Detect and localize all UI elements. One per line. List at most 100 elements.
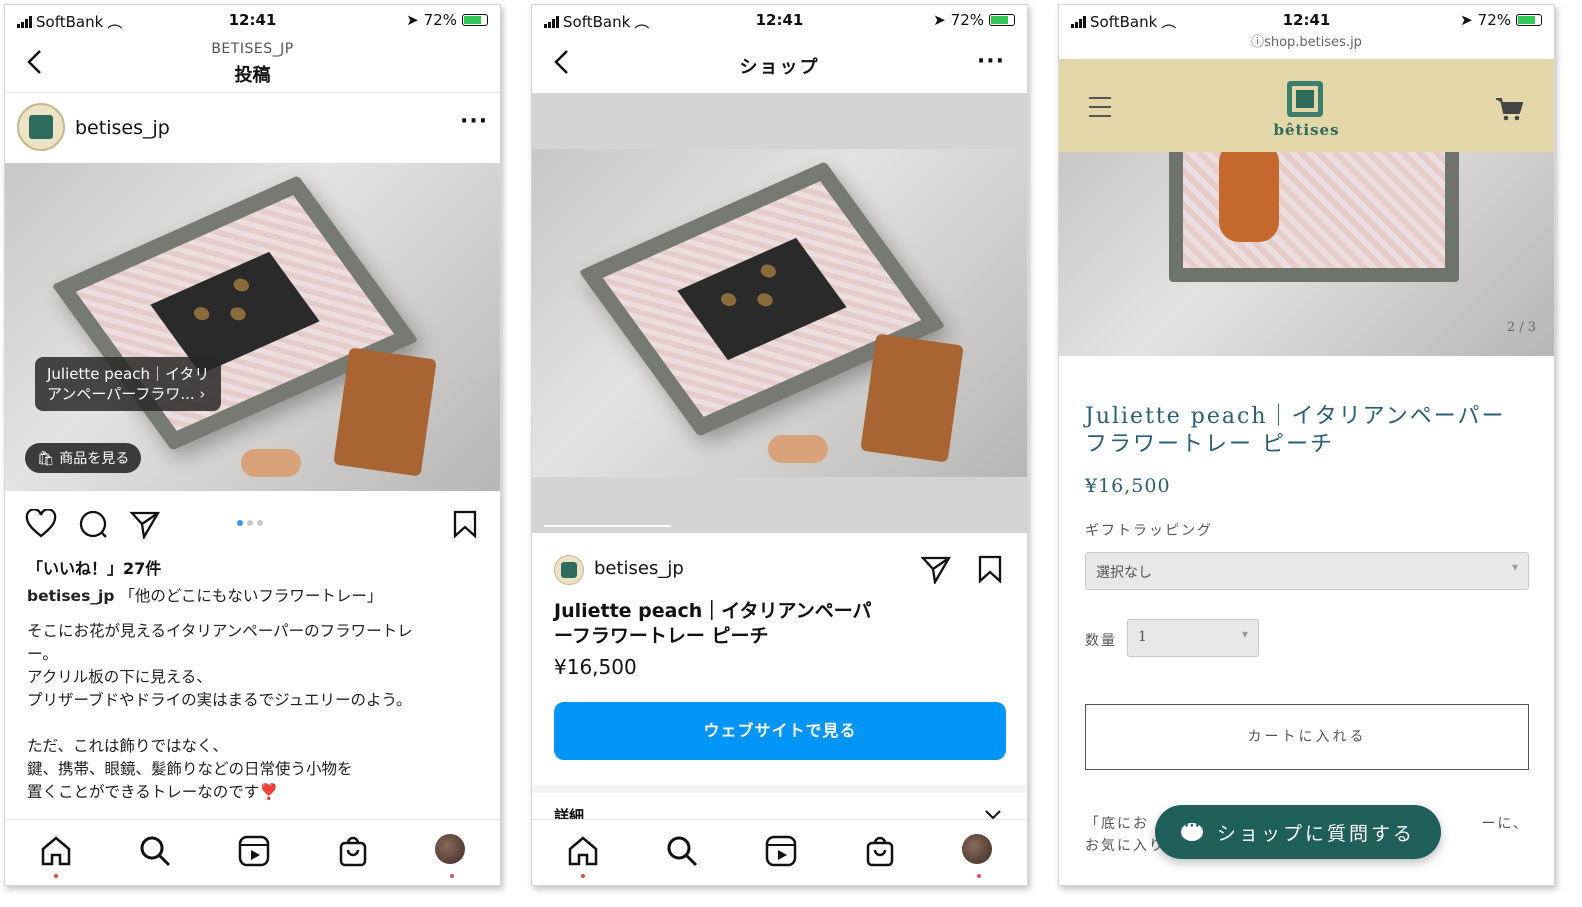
location-icon: ➤ — [933, 11, 946, 29]
carousel-indicator — [237, 520, 263, 526]
section-divider — [532, 785, 1027, 793]
avatar[interactable] — [17, 103, 65, 151]
battery-percent: 72% — [423, 11, 457, 29]
tab-home[interactable] — [39, 834, 73, 878]
tab-search[interactable] — [665, 834, 699, 868]
like-heart-icon[interactable] — [25, 509, 57, 539]
caption-headline: 「他のどこにもないフラワートレー」 — [119, 587, 383, 605]
caption-line: 鍵、携帯、眼鏡、髪飾りなどの日常使う小物を — [27, 760, 353, 778]
product-tag[interactable]: Juliette peach｜イタリ アンペーパーフラワ... › — [35, 357, 222, 411]
caption-line — [27, 712, 487, 735]
instagram-post-screen: SoftBank ︵ 12:41 ➤ 72% BETISES_JP 投稿 betis… — [4, 4, 501, 886]
caption-line: ただ、これは飾りではなく、 — [27, 737, 229, 755]
quantity-label: 数量 — [1085, 633, 1117, 649]
location-icon: ➤ — [406, 11, 419, 29]
shop-header: ショップ ··· — [532, 35, 1027, 93]
chat-bubble-icon — [1181, 822, 1203, 841]
bottom-tab-bar — [532, 819, 1027, 885]
tab-home[interactable] — [566, 834, 600, 878]
gift-wrapping-label: ギフトラッピング — [1085, 523, 1213, 539]
product-price: ¥16,500 — [1085, 475, 1171, 497]
share-paper-plane-icon[interactable] — [920, 554, 952, 584]
search-icon — [667, 836, 698, 867]
view-products-label: 商品を見る — [59, 451, 130, 467]
shop-bag-icon — [866, 836, 894, 867]
product-title-line1: Juliette peach｜イタリアンペーパ — [554, 600, 872, 622]
status-bar: SoftBank ︵ 12:41 ➤ 72% — [5, 5, 500, 35]
gallery-progress-bar — [544, 525, 1015, 527]
post-author-row: betises_jp ··· — [5, 97, 500, 161]
battery-icon — [1516, 14, 1542, 26]
brand-website-screen: SoftBank ︵ 12:41 ➤ 72% ⓘshop.betises.jp bê… — [1058, 4, 1555, 886]
tab-reels[interactable] — [764, 834, 798, 868]
caption-line: 置くことができるトレーなのです❣️ — [27, 783, 279, 801]
tab-shop[interactable] — [336, 834, 370, 868]
description-line1-start: 「底にお — [1085, 816, 1149, 832]
product-title: Juliette peach｜イタリアンペーパー フラワートレー ピーチ — [1085, 403, 1506, 459]
url-text: shop.betises.jp — [1264, 35, 1362, 50]
brand-logo-icon[interactable] — [1287, 81, 1323, 117]
like-count[interactable]: 「いいね！」27件 — [27, 555, 161, 579]
reels-icon — [238, 835, 270, 867]
avatar[interactable] — [554, 555, 584, 585]
page-title: 投稿 — [234, 65, 271, 86]
brand-name[interactable]: bêtises — [1059, 121, 1554, 139]
product-tag-line2: アンペーパーフラワ... › — [47, 385, 206, 403]
url-bar[interactable]: ⓘshop.betises.jp — [1059, 31, 1554, 50]
more-options-icon[interactable]: ··· — [460, 109, 488, 134]
header-account: BETISES_JP — [211, 41, 294, 57]
caption-username[interactable]: betises_jp — [27, 587, 114, 605]
product-price: ¥16,500 — [554, 655, 637, 679]
shopping-bag-icon: 🛍 — [37, 451, 60, 467]
product-title-line1: Juliette peach｜イタリアンペーパー — [1085, 404, 1506, 429]
save-bookmark-icon[interactable] — [451, 509, 479, 539]
post-header: BETISES_JP 投稿 — [5, 35, 500, 93]
site-header: bêtises — [1059, 59, 1554, 152]
reels-icon — [765, 835, 797, 867]
view-website-button[interactable]: ウェブサイトで見る — [554, 702, 1006, 760]
post-photo[interactable]: Juliette peach｜イタリ アンペーパーフラワ... › 🛍 商品を見… — [5, 163, 500, 491]
battery-icon — [462, 14, 488, 26]
comment-icon[interactable] — [77, 509, 109, 539]
home-icon — [568, 836, 598, 866]
info-icon: ⓘ — [1251, 35, 1265, 50]
tab-profile[interactable] — [435, 834, 469, 878]
view-products-button[interactable]: 🛍 商品を見る — [25, 443, 142, 473]
more-options-icon[interactable]: ··· — [977, 49, 1005, 74]
product-gallery[interactable] — [532, 93, 1027, 533]
add-to-cart-button[interactable]: カートに入れる — [1085, 704, 1529, 770]
cart-icon[interactable] — [1495, 97, 1523, 121]
product-image[interactable]: 2 / 3 — [1059, 152, 1554, 356]
caption-line: ー。 — [27, 645, 58, 663]
caption-line: プリザーブドやドライの実はまるでジュエリーのよう。 — [27, 691, 412, 709]
battery-percent: 72% — [1477, 11, 1511, 29]
profile-avatar — [435, 834, 465, 864]
tab-search[interactable] — [138, 834, 172, 868]
profile-avatar — [962, 834, 992, 864]
product-tag-line1: Juliette peach｜イタリ — [47, 365, 210, 383]
description-line1-end: ーに、 — [1481, 816, 1529, 832]
tab-reels[interactable] — [237, 834, 271, 868]
product-title: Juliette peach｜イタリアンペーパ ーフラワートレー ピーチ — [554, 599, 872, 649]
share-paper-plane-icon[interactable] — [129, 509, 161, 539]
home-icon — [41, 836, 71, 866]
ask-shop-chat-button[interactable]: ショップに質問する — [1155, 805, 1442, 859]
product-title-line2: フラワートレー ピーチ — [1085, 432, 1334, 457]
gift-wrapping-select[interactable]: 選択なし — [1085, 552, 1529, 590]
shop-bag-icon — [339, 836, 367, 867]
tab-shop[interactable] — [863, 834, 897, 868]
username[interactable]: betises_jp — [594, 558, 684, 579]
bottom-tab-bar — [5, 819, 500, 885]
hamburger-menu-icon[interactable] — [1089, 97, 1111, 124]
instagram-shop-screen: SoftBank ︵ 12:41 ➤ 72% ショップ ··· betises_jp… — [531, 4, 1028, 886]
page-title: ショップ — [739, 57, 820, 78]
image-counter: 2 / 3 — [1506, 320, 1536, 335]
chat-button-label: ショップに質問する — [1217, 822, 1416, 845]
quantity-select[interactable]: 1 — [1127, 619, 1259, 657]
status-bar: SoftBank ︵ 12:41 ➤ 72% — [532, 5, 1027, 35]
tab-profile[interactable] — [962, 834, 996, 878]
caption-line: そこにお花が見えるイタリアンペーパーのフラワートレ — [27, 622, 413, 640]
save-bookmark-icon[interactable] — [976, 554, 1004, 584]
battery-percent: 72% — [950, 11, 984, 29]
username[interactable]: betises_jp — [75, 117, 170, 139]
